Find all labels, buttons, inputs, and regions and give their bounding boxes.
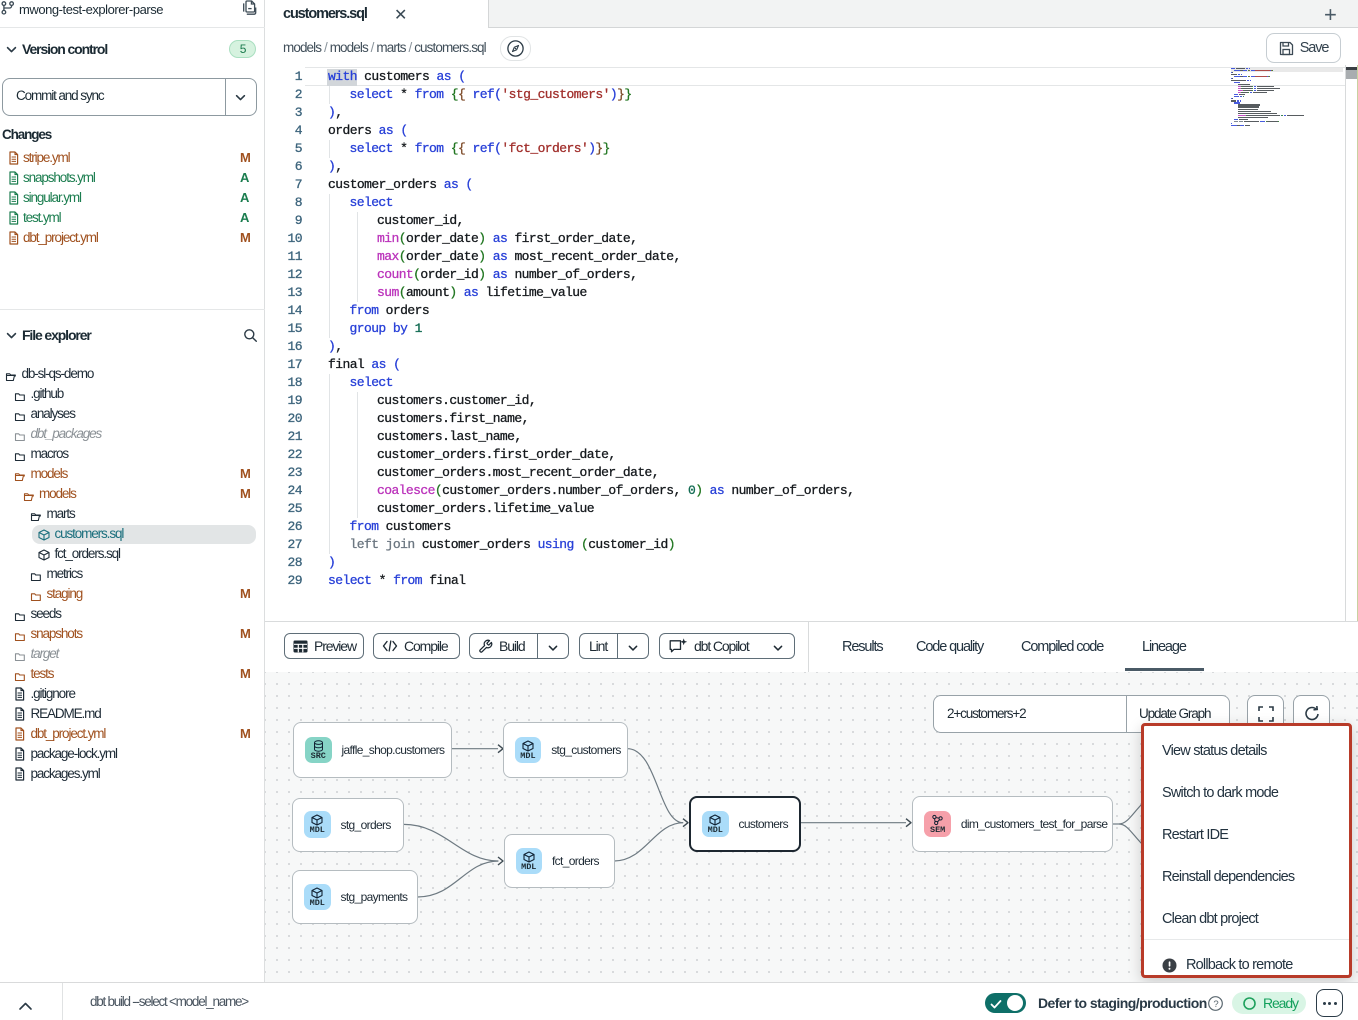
- svg-text:?: ?: [1213, 999, 1218, 1010]
